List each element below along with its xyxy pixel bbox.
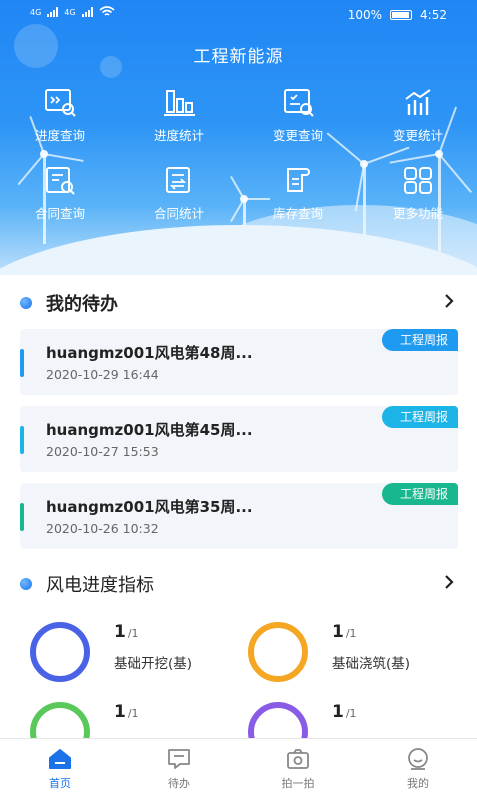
grid-item-label: 进度查询 <box>34 128 85 143</box>
todo-icon <box>168 749 190 769</box>
todo-card[interactable]: huangmz001风电第35周... 2020-10-26 10:32 工程周… <box>20 483 458 549</box>
nav-label: 我的 <box>407 777 429 790</box>
progress-ring <box>248 622 308 682</box>
todo-accent-bar <box>20 426 24 454</box>
signal-icon <box>47 7 59 17</box>
grid-item-label: 更多功能 <box>392 206 443 221</box>
nav-label: 拍一拍 <box>281 777 315 790</box>
metric-value: 1/1 <box>332 702 357 722</box>
grid-item-label: 合同查询 <box>34 206 85 221</box>
todo-title: huangmz001风电第48周... <box>46 344 253 362</box>
progress-stats-icon <box>164 90 195 116</box>
metric-item[interactable]: 1/1 基础开挖(基) <box>30 622 230 686</box>
chevron-right-icon[interactable] <box>439 291 459 311</box>
contract-search-icon <box>46 167 75 195</box>
grid-item-label: 库存查询 <box>272 206 323 221</box>
more-functions-icon <box>404 167 432 194</box>
nav-label: 待办 <box>168 777 190 790</box>
grid-item-label: 变更查询 <box>272 128 323 143</box>
todo-section-header[interactable]: 我的待办 <box>0 287 477 317</box>
grid-item-change-stats[interactable]: 变更统计 <box>373 87 463 144</box>
metric-value: 1/1 <box>332 622 357 642</box>
grid-item-progress-search[interactable]: 进度查询 <box>15 87 105 144</box>
app-title: 工程新能源 <box>193 47 284 67</box>
todo-card[interactable]: huangmz001风电第45周... 2020-10-27 15:53 工程周… <box>20 406 458 472</box>
network-label: 4G <box>30 7 42 17</box>
metric-value: 1/1 <box>114 622 139 642</box>
status-bar: 4G 4G 100% 4:52 <box>0 0 477 30</box>
camera-icon <box>287 749 309 769</box>
change-search-icon <box>284 89 314 117</box>
section-title: 风电进度指标 <box>46 575 154 596</box>
progress-search-icon <box>45 89 76 117</box>
change-stats-icon <box>405 89 431 115</box>
grid-item-progress-stats[interactable]: 进度统计 <box>134 87 224 144</box>
network-label: 4G <box>64 7 76 17</box>
grid-item-contract-search[interactable]: 合同查询 <box>15 165 105 222</box>
nav-item-todo[interactable]: 待办 <box>134 747 224 791</box>
todo-time: 2020-10-27 15:53 <box>46 444 159 459</box>
grid-item-more-functions[interactable]: 更多功能 <box>373 165 463 222</box>
grid-item-contract-stats[interactable]: 合同统计 <box>134 165 224 222</box>
wifi-icon <box>99 6 115 16</box>
section-title: 我的待办 <box>46 294 118 315</box>
nav-item-camera[interactable]: 拍一拍 <box>253 747 343 791</box>
progress-ring <box>30 622 90 682</box>
nav-item-home[interactable]: 首页 <box>15 747 105 791</box>
clock: 4:52 <box>420 8 447 22</box>
bottom-nav: 首页 待办 拍一拍 我的 <box>0 738 477 797</box>
todo-card[interactable]: huangmz001风电第48周... 2020-10-29 16:44 工程周… <box>20 329 458 395</box>
grid-item-label: 进度统计 <box>153 128 204 143</box>
section-dot-icon <box>20 297 32 309</box>
profile-icon <box>408 748 428 770</box>
todo-tag-badge: 工程周报 <box>381 483 458 505</box>
todo-title: huangmz001风电第45周... <box>46 421 253 439</box>
todo-accent-bar <box>20 503 24 531</box>
grid-item-inventory-search[interactable]: 库存查询 <box>253 165 343 222</box>
metric-label: 基础开挖(基) <box>114 656 193 672</box>
grid-item-change-search[interactable]: 变更查询 <box>253 87 343 144</box>
todo-time: 2020-10-26 10:32 <box>46 521 159 536</box>
contract-stats-icon <box>166 167 190 193</box>
battery-icon <box>390 10 413 20</box>
home-icon <box>49 749 71 769</box>
nav-item-profile[interactable]: 我的 <box>373 747 463 791</box>
inventory-search-icon <box>287 168 310 192</box>
todo-tag-badge: 工程周报 <box>381 406 458 428</box>
chevron-right-icon[interactable] <box>439 572 459 592</box>
battery-percent: 100% <box>347 8 383 22</box>
nav-label: 首页 <box>49 777 71 790</box>
todo-time: 2020-10-29 16:44 <box>46 367 159 382</box>
todo-title: huangmz001风电第35周... <box>46 498 253 516</box>
metric-label: 基础浇筑(基) <box>332 656 411 672</box>
section-dot-icon <box>20 578 32 590</box>
todo-tag-badge: 工程周报 <box>381 329 458 351</box>
metric-value: 1/1 <box>114 702 139 722</box>
metric-item[interactable]: 1/1 基础浇筑(基) <box>248 622 448 686</box>
grid-item-label: 合同统计 <box>153 206 204 221</box>
grid-item-label: 变更统计 <box>392 128 443 143</box>
metrics-section-header[interactable]: 风电进度指标 <box>0 568 477 598</box>
signal-icon <box>81 7 93 17</box>
todo-accent-bar <box>20 349 24 377</box>
